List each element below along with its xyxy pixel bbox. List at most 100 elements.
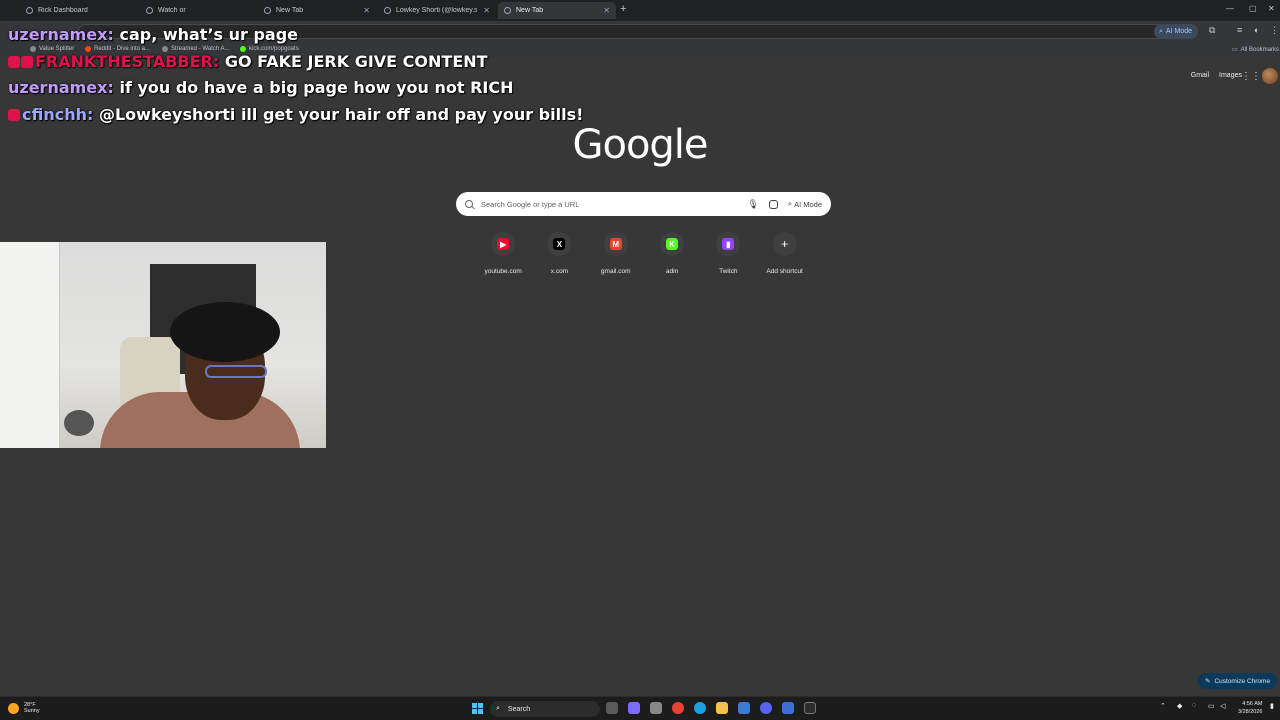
omnibox-ai-mode-button[interactable]: ⌕ AI Mode [1154,24,1197,39]
badge-icon [8,55,20,68]
tab-title: New Tab [516,7,544,14]
minimize-icon[interactable]: — [1226,4,1234,13]
avatar[interactable] [1262,68,1278,84]
chrome-icon[interactable] [672,702,684,714]
profile-icon[interactable]: ◐ [1254,25,1259,35]
ntp-search-box[interactable]: Search Google or type a URL 🎙 ⌕ AI Mode [456,192,831,216]
kick-icon: K [666,238,679,250]
webcam-person-glasses [205,365,267,378]
menu-lines-icon[interactable]: ≡ [1237,25,1242,35]
maximize-icon[interactable]: ▢ [1249,4,1257,13]
app-icon[interactable] [738,702,750,714]
shortcut-tile[interactable]: Kadin [644,232,700,275]
webcam-object [64,410,94,436]
shortcut-label: Twitch [719,268,738,275]
tab-rick-dashboard[interactable]: Rick Dashboard [20,2,135,19]
search-icon: ⌕ [1159,27,1163,35]
customize-chrome-button[interactable]: ✎ Customize Chrome [1198,673,1278,689]
discord-icon[interactable] [760,702,772,714]
pencil-icon: ✎ [1205,678,1211,685]
shortcut-tile[interactable]: Xx.com [531,232,587,275]
edge-icon[interactable] [694,702,706,714]
chat-username: FRANKTHESTABBER: [35,51,220,71]
search-input[interactable]: Search Google or type a URL [481,200,747,209]
tab-new-tab-active[interactable]: New Tab ✕ [498,2,616,19]
network-icon[interactable]: ▭ [1208,702,1215,710]
close-icon[interactable]: ✕ [603,6,610,15]
shortcut-label: Add shortcut [766,268,803,275]
file-explorer-icon[interactable] [716,702,728,714]
ai-mode-button[interactable]: ⌕ AI Mode [788,199,822,209]
shortcut-tile[interactable]: ▮ Twitch [700,232,756,275]
gmail-link[interactable]: Gmail [1191,72,1209,79]
chat-message: uzernamex: cap, what’s ur page [8,22,583,49]
tab-lowkey-shorti[interactable]: Lowkey Shorti (@lowkey.shorti) ✕ [378,2,496,19]
webcam-person-hair [170,302,280,362]
notification-icon[interactable]: ▮ [1270,702,1274,710]
chat-badges [8,108,20,121]
youtube-icon: ▶ [497,238,510,250]
volume-icon[interactable]: ◁ [1220,702,1225,710]
folder-icon: ▭ [1232,47,1238,53]
tray-app-icon[interactable]: ◆ [1177,702,1182,710]
sun-icon [8,702,19,714]
new-tab-button[interactable]: + [620,3,626,15]
shortcut-icon-wrap: ▶ [491,232,516,256]
ai-mode-label: AI Mode [1165,28,1192,35]
app-icon[interactable] [782,702,794,714]
shortcut-icon-wrap: + [772,232,797,256]
weather-widget[interactable]: 28°F Sunny [8,702,40,714]
settings-icon[interactable] [650,702,662,714]
copilot-icon[interactable] [628,702,640,714]
chat-username: uzernamex: [8,78,114,97]
tab-watch[interactable]: Watch or [140,2,255,19]
badge-icon [8,108,20,121]
more-icon[interactable]: ⋮ [1270,25,1279,36]
chat-text: if you do have a big page how you not RI… [119,78,514,97]
taskbar-search[interactable]: ⌕ Search [490,701,600,717]
chrome-icon [264,7,271,14]
shortcut-label: adin [665,268,679,275]
shortcut-tile[interactable]: ▶ youtube.com [475,232,531,275]
shortcuts-row: ▶ youtube.com Xx.com Mgmail.com Kadin ▮ Twitch… [475,232,813,275]
close-icon[interactable]: ✕ [363,6,370,15]
extensions-icon[interactable]: ⧉ [1209,25,1215,36]
chat-message: uzernamex: if you do have a big page how… [8,75,583,102]
tab-title: Watch or [158,7,186,14]
taskbar-clock[interactable]: 4:56 AM 3/28/2026 [1238,700,1262,716]
tab-title: New Tab [276,7,304,14]
terminal-icon[interactable] [804,702,816,714]
twitch-icon: ▮ [722,238,735,250]
chat-badges [8,55,33,68]
stream-chat-overlay: uzernamex: cap, what’s ur page FRANKTHEST… [8,22,583,128]
chat-text: @Lowkeyshorti ill get your hair off and … [98,104,584,124]
tray-chevron-icon[interactable]: ⌃ [1160,702,1166,710]
weather-condition: Sunny [24,708,40,714]
images-link[interactable]: Images [1219,72,1242,79]
google-lens-icon[interactable] [768,199,778,209]
microphone-icon[interactable]: 🎙 [747,199,758,210]
close-window-icon[interactable]: ✕ [1268,4,1275,13]
task-view-icon[interactable] [606,702,618,714]
shortcut-tile[interactable]: Mgmail.com [588,232,644,275]
shortcut-tile[interactable]: + Add shortcut [756,232,812,275]
close-icon[interactable]: ✕ [483,6,490,15]
windows-taskbar: 28°F Sunny ⌕ Search ⌃ ◆ ◌ ▭ ◁ 4:56 AM 3/… [0,696,1280,720]
tab-strip: Rick Dashboard Watch or New Tab ✕ Lowkey… [0,0,1280,21]
shortcut-label: youtube.com [484,268,522,275]
shortcut-icon-wrap: X [547,232,572,256]
all-bookmarks[interactable]: ▭ All Bookmarks [1232,46,1279,54]
chat-text: GO FAKE JERK GIVE CONTENT [224,51,488,71]
chat-message: FRANKTHESTABBER: GO FAKE JERK GIVE CONTE… [8,49,583,76]
windows-start-icon[interactable] [472,703,483,714]
shortcut-icon-wrap: K [660,232,685,256]
tab-title: Rick Dashboard [38,7,88,14]
tab-title: Lowkey Shorti (@lowkey.shorti) [396,7,478,14]
shortcut-icon-wrap: M [603,232,628,256]
ntp-header-links: Gmail Images [1191,72,1242,79]
chrome-icon [504,7,511,14]
tray-app-icon[interactable]: ◌ [1192,702,1196,709]
tab-new-tab[interactable]: New Tab ✕ [258,2,376,19]
badge-icon [21,55,33,68]
shortcut-label: gmail.com [600,268,631,275]
